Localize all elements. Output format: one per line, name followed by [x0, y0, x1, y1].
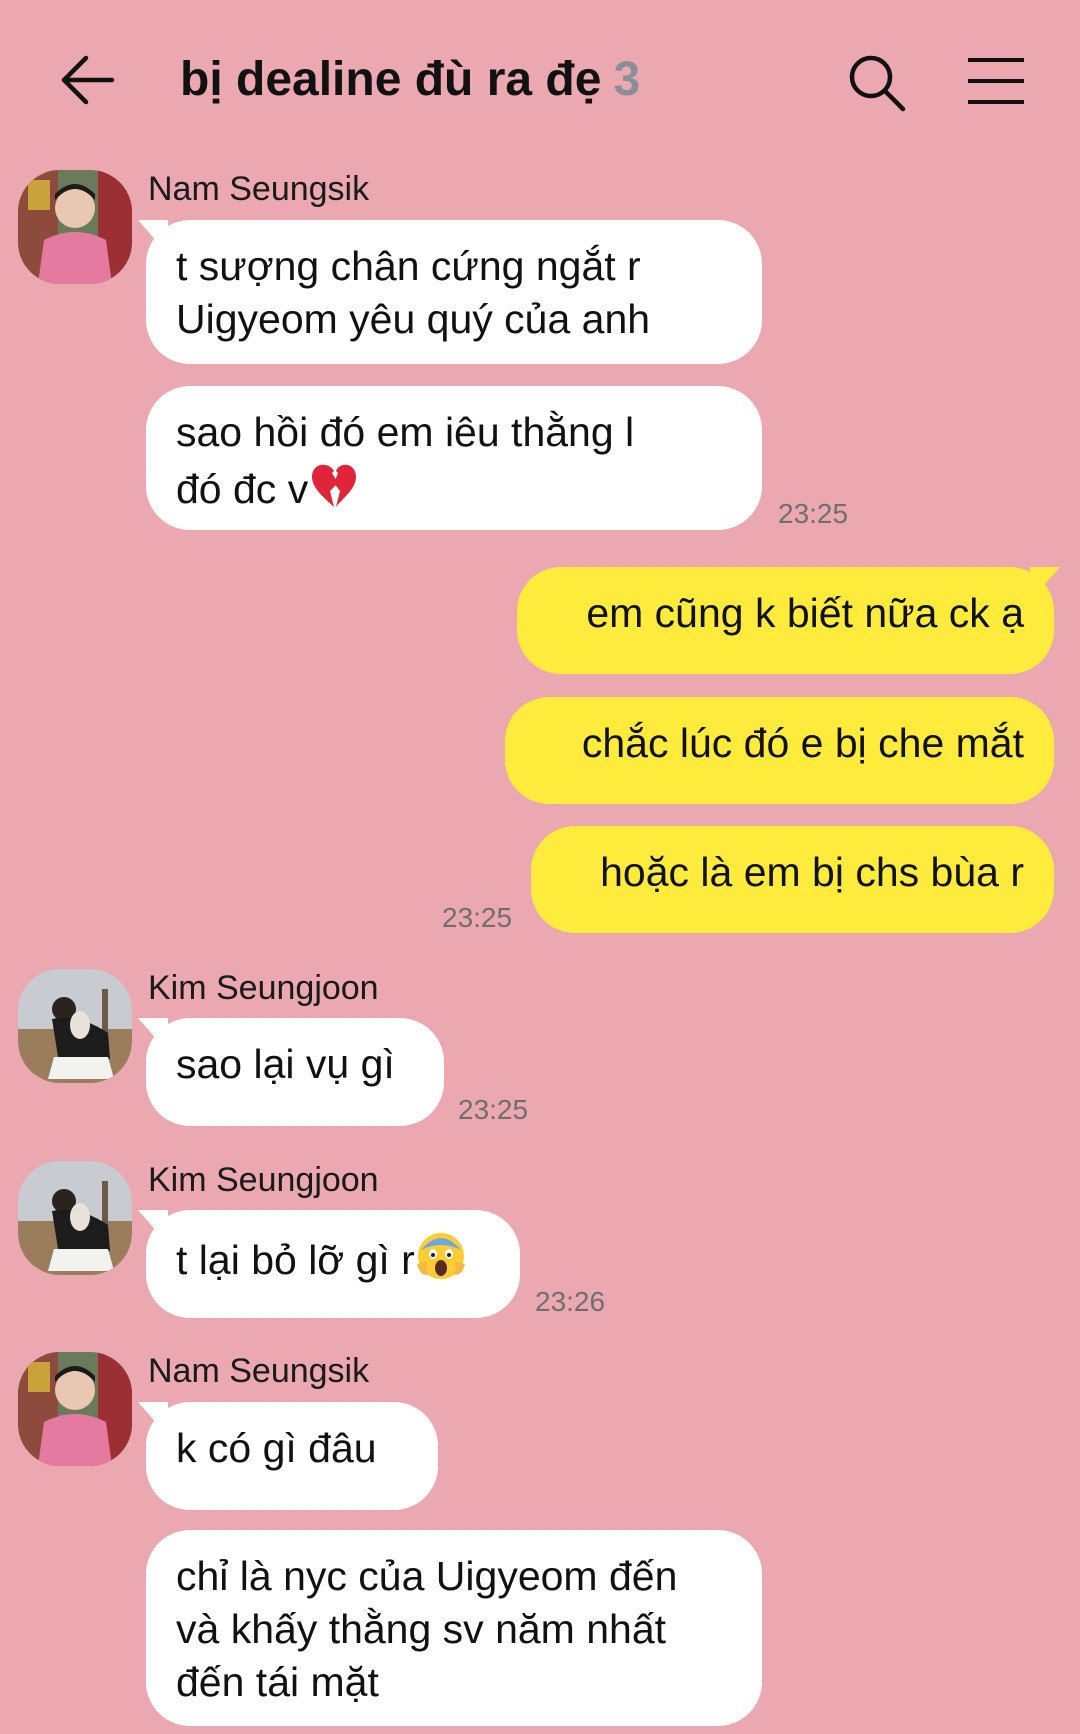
message-bubble[interactable]: chắc lúc đó e bị che mắt — [505, 697, 1054, 804]
message-line: em cũng k biết nữa ck ạ — [586, 590, 1024, 636]
message-line: hoặc là em bị chs bùa r — [600, 849, 1024, 895]
search-icon — [849, 55, 906, 112]
message-timestamp: 23:25 — [442, 902, 513, 933]
broken-heart-emoji — [308, 459, 360, 524]
menu-button[interactable] — [966, 56, 1026, 106]
chat-title: bị dealine đù ra đẹ 3 — [180, 52, 640, 107]
message-line: đến tái mặt — [176, 1659, 379, 1705]
message-bubble[interactable]: sao lại vụ gì — [146, 1018, 444, 1126]
message-line: k có gì đâu — [176, 1425, 377, 1471]
message-bubble[interactable]: t sượng chân cứng ngắt r Uigyeom yêu quý… — [146, 220, 762, 364]
sender-name: Kim Seungjoon — [148, 969, 379, 1007]
message-bubble[interactable]: t lại bỏ lỡ gì r — [146, 1210, 520, 1318]
sender-name: Kim Seungjoon — [148, 1161, 379, 1199]
message-timestamp: 23:26 — [535, 1286, 606, 1317]
avatar-nam-seungsik[interactable] — [18, 1352, 132, 1466]
message-line: chỉ là nyc của Uigyeom đến — [176, 1553, 678, 1599]
sender-name: Nam Seungsik — [148, 1352, 370, 1390]
message-line: sao lại vụ gì — [176, 1041, 395, 1087]
message-text: t lại bỏ lỡ gì r — [176, 1237, 415, 1283]
message-line: t lại bỏ lỡ gì r — [176, 1230, 490, 1295]
message-bubble[interactable]: chỉ là nyc của Uigyeom đến và khấy thằng… — [146, 1530, 762, 1726]
message-line: t sượng chân cứng ngắt r — [176, 243, 641, 289]
message-bubble[interactable]: k có gì đâu — [146, 1402, 438, 1510]
hamburger-menu-icon — [968, 58, 1024, 104]
chat-header: bị dealine đù ra đẹ 3 — [0, 0, 1080, 160]
message-line: sao hồi đó em iêu thằng l — [176, 409, 635, 455]
chat-title-text: bị dealine đù ra đẹ — [180, 53, 602, 106]
avatar-nam-seungsik[interactable] — [18, 170, 132, 284]
arrow-left-icon — [61, 55, 115, 105]
message-line: Uigyeom yêu quý của anh — [176, 296, 651, 342]
message-bubble[interactable]: sao hồi đó em iêu thằng l đó đc v — [146, 386, 762, 530]
message-timestamp: 23:25 — [778, 498, 849, 529]
message-timestamp: 23:25 — [458, 1094, 529, 1125]
back-button[interactable] — [58, 50, 118, 110]
avatar-kim-seungjoon[interactable] — [18, 969, 132, 1083]
sender-name: Nam Seungsik — [148, 170, 370, 208]
screaming-face-emoji — [415, 1230, 467, 1295]
bubble-tail — [1030, 567, 1060, 601]
message-line: và khấy thằng sv năm nhất — [176, 1606, 667, 1652]
avatar-kim-seungjoon[interactable] — [18, 1161, 132, 1275]
message-line: chắc lúc đó e bị che mắt — [581, 720, 1024, 766]
message-bubble[interactable]: em cũng k biết nữa ck ạ — [517, 567, 1054, 674]
message-line: đó đc v — [176, 459, 732, 524]
search-button[interactable] — [846, 52, 908, 114]
member-count: 3 — [613, 53, 641, 106]
message-bubble[interactable]: hoặc là em bị chs bùa r — [531, 826, 1054, 933]
message-text: đó đc v — [176, 466, 309, 512]
